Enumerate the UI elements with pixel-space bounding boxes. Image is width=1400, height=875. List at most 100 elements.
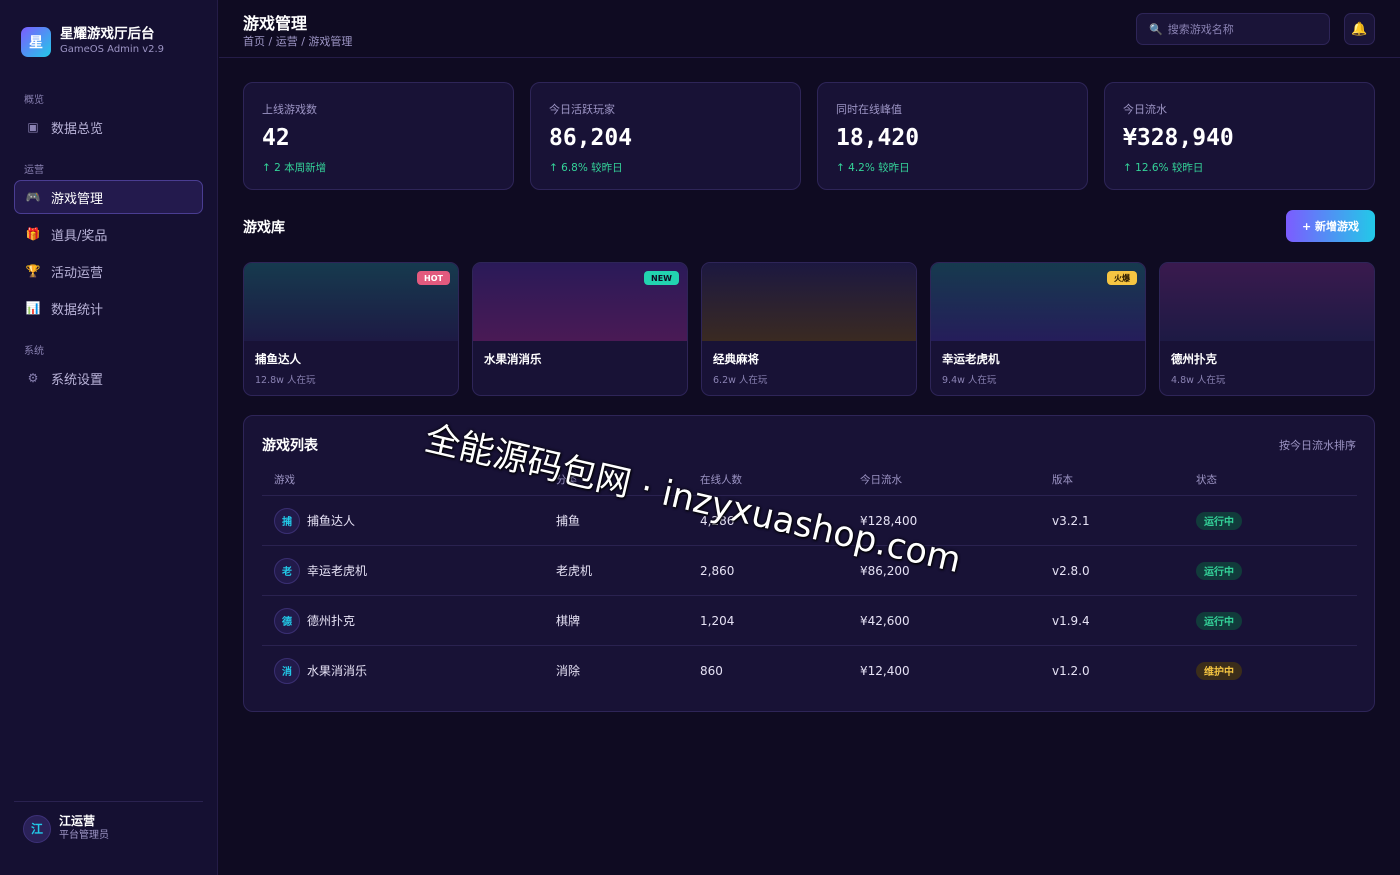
stat-value: 42 [262,125,290,151]
sidebar-divider [14,801,203,802]
game-card[interactable]: 火爆 幸运老虎机 9.4w 人在玩 [930,262,1146,396]
new-badge: NEW [644,271,679,285]
table-row[interactable]: 消水果消消乐 消除 860 ¥12,400 v1.2.0 维护中 [262,646,1357,696]
stat-label: 上线游戏数 [262,103,317,116]
game-name: 德州扑克 [1171,352,1217,366]
gear-icon: ⚙ [27,371,39,385]
version-cell: v1.2.0 [1052,663,1090,678]
column-header-status: 状态 [1196,474,1217,486]
game-name-cell: 水果消消乐 [307,664,368,678]
revenue-cell: ¥12,400 [860,663,910,678]
sidebar-item-statistics[interactable]: 📊 数据统计 [14,291,203,325]
stat-label: 同时在线峰值 [836,103,902,116]
library-title: 游戏库 [243,220,285,236]
sidebar-item-label: 系统设置 [51,372,104,388]
stat-change: ↑ 2 本周新增 [262,162,327,174]
status-badge: 运行中 [1196,511,1242,530]
sidebar-item-label: 数据总览 [51,121,104,137]
game-avatar: 消 [274,657,300,684]
sidebar-item-label: 数据统计 [51,302,104,318]
game-cover [1160,263,1374,341]
trophy-icon: 🏆 [25,264,41,278]
column-header-revenue: 今日流水 [860,474,902,486]
game-players: 6.2w 人在玩 [713,375,768,386]
sidebar-item-settings[interactable]: ⚙ 系统设置 [14,361,203,395]
search-input[interactable] [1167,22,1318,36]
search-box[interactable]: 🔍 [1136,13,1330,45]
sidebar-item-game-management[interactable]: 🎮 游戏管理 [14,180,203,214]
game-card[interactable]: NEW 水果消消乐 [472,262,688,396]
column-header-online: 在线人数 [700,474,742,486]
game-name: 水果消消乐 [484,352,542,366]
online-cell: 2,860 [700,563,735,578]
stat-value: ¥328,940 [1123,125,1234,151]
stat-value: 86,204 [549,125,633,151]
hot-badge: HOT [417,271,450,285]
trending-badge: 火爆 [1107,271,1137,285]
notification-button[interactable]: 🔔 [1344,13,1375,45]
stat-label: 今日流水 [1123,103,1167,116]
status-badge: 维护中 [1196,661,1242,680]
top-header: 游戏管理 首页 / 运营 / 游戏管理 🔍 🔔 [219,0,1400,58]
nav-section-overview: 概览 [24,95,44,106]
stat-change: ↑ 6.8% 较昨日 [549,162,623,174]
user-role: 平台管理员 [59,830,109,841]
table-row[interactable]: 老幸运老虎机 老虎机 2,860 ¥86,200 v2.8.0 运行中 [262,546,1357,596]
stat-label: 今日活跃玩家 [549,103,615,116]
table-title: 游戏列表 [262,438,318,454]
sidebar: 星 星耀游戏厅后台 GameOS Admin v2.9 概览 ▣ 数据总览 运营… [0,0,218,875]
sidebar-item-events[interactable]: 🏆 活动运营 [14,254,203,288]
stat-value: 18,420 [836,125,920,151]
game-name-cell: 捕鱼达人 [307,514,356,528]
sidebar-item-label: 活动运营 [51,265,104,281]
brand-subtitle: GameOS Admin v2.9 [60,44,165,55]
sidebar-item-label: 游戏管理 [51,191,104,207]
gamepad-icon: 🎮 [25,190,41,204]
game-name: 捕鱼达人 [255,352,301,366]
category-cell: 捕鱼 [556,514,581,528]
table-row[interactable]: 捕捕鱼达人 捕鱼 4,286 ¥128,400 v3.2.1 运行中 [262,496,1357,546]
user-profile[interactable]: 江 江运营 平台管理员 [23,814,109,843]
game-list-panel: 游戏列表 按今日流水排序 游戏 分类 在线人数 今日流水 版本 状态 捕捕鱼达人… [243,415,1375,712]
online-cell: 4,286 [700,513,735,528]
game-card[interactable]: 经典麻将 6.2w 人在玩 [701,262,917,396]
user-name: 江运营 [59,814,96,828]
version-cell: v1.9.4 [1052,613,1090,628]
bell-icon: 🔔 [1351,21,1368,37]
gift-icon: 🎁 [25,227,41,241]
dashboard-icon: ▣ [27,120,39,134]
table-row[interactable]: 德德州扑克 棋牌 1,204 ¥42,600 v1.9.4 运行中 [262,596,1357,646]
game-players: 12.8w 人在玩 [255,375,316,386]
add-game-button[interactable]: + 新增游戏 [1286,210,1375,242]
game-cover [702,263,916,341]
chart-icon: 📊 [25,301,41,315]
column-header-game: 游戏 [274,474,295,486]
search-icon: 🔍 [1149,22,1163,36]
status-badge: 运行中 [1196,561,1242,580]
brand[interactable]: 星 星耀游戏厅后台 GameOS Admin v2.9 [21,26,164,57]
status-badge: 运行中 [1196,611,1242,630]
sidebar-item-props-prizes[interactable]: 🎁 道具/奖品 [14,217,203,251]
game-card[interactable]: 德州扑克 4.8w 人在玩 [1159,262,1375,396]
game-players: 9.4w 人在玩 [942,375,997,386]
category-cell: 消除 [556,664,581,678]
sort-toggle[interactable]: 按今日流水排序 [1279,437,1356,453]
game-card[interactable]: HOT 捕鱼达人 12.8w 人在玩 [243,262,459,396]
online-cell: 1,204 [700,613,735,628]
stat-card-peak-online: 同时在线峰值 18,420 ↑ 4.2% 较昨日 [817,82,1088,190]
game-name-cell: 德州扑克 [307,614,356,628]
brand-name: 星耀游戏厅后台 [60,26,155,42]
revenue-cell: ¥42,600 [860,613,910,628]
column-header-version: 版本 [1052,474,1073,486]
version-cell: v2.8.0 [1052,563,1090,578]
game-name-cell: 幸运老虎机 [307,564,368,578]
game-avatar: 老 [274,557,300,584]
stat-card-revenue: 今日流水 ¥328,940 ↑ 12.6% 较昨日 [1104,82,1375,190]
column-header-category: 分类 [556,474,577,486]
revenue-cell: ¥128,400 [860,513,918,528]
stat-card-active-players: 今日活跃玩家 86,204 ↑ 6.8% 较昨日 [530,82,801,190]
stat-change: ↑ 4.2% 较昨日 [836,162,910,174]
stat-card-games-online: 上线游戏数 42 ↑ 2 本周新增 [243,82,514,190]
breadcrumb[interactable]: 首页 / 运营 / 游戏管理 [243,33,352,49]
sidebar-item-dashboard[interactable]: ▣ 数据总览 [14,110,203,144]
